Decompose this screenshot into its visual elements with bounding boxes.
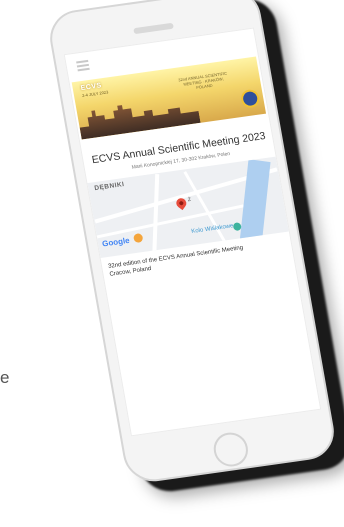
google-logo: Google — [101, 235, 131, 249]
city-skyline-image — [77, 93, 201, 139]
banner-tagline: 32nd ANNUAL SCIENTIFIC MEETING · KRAKÓW,… — [177, 70, 228, 91]
phone-mockup: ECVS 2-4 JULY 2023 32nd ANNUAL SCIENTIFI… — [45, 0, 339, 486]
map-place-label: Kolo Wiślakowe — [190, 223, 234, 235]
map-district-label: DĘBNIKI — [93, 181, 126, 193]
map-road — [152, 174, 160, 254]
restaurant-marker-icon[interactable] — [132, 232, 144, 244]
app-screen: ECVS 2-4 JULY 2023 32nd ANNUAL SCIENTIFI… — [63, 27, 322, 437]
map-river — [238, 159, 271, 251]
hamburger-menu-icon[interactable] — [76, 59, 90, 72]
society-emblem-logo — [239, 88, 261, 109]
phone-body: ECVS 2-4 JULY 2023 32nd ANNUAL SCIENTIFI… — [45, 0, 339, 486]
phone-home-button[interactable] — [211, 430, 251, 469]
map-pin-label: Ż — [187, 196, 192, 204]
cropped-text-fragment: e — [0, 368, 10, 387]
phone-speaker — [133, 22, 174, 35]
